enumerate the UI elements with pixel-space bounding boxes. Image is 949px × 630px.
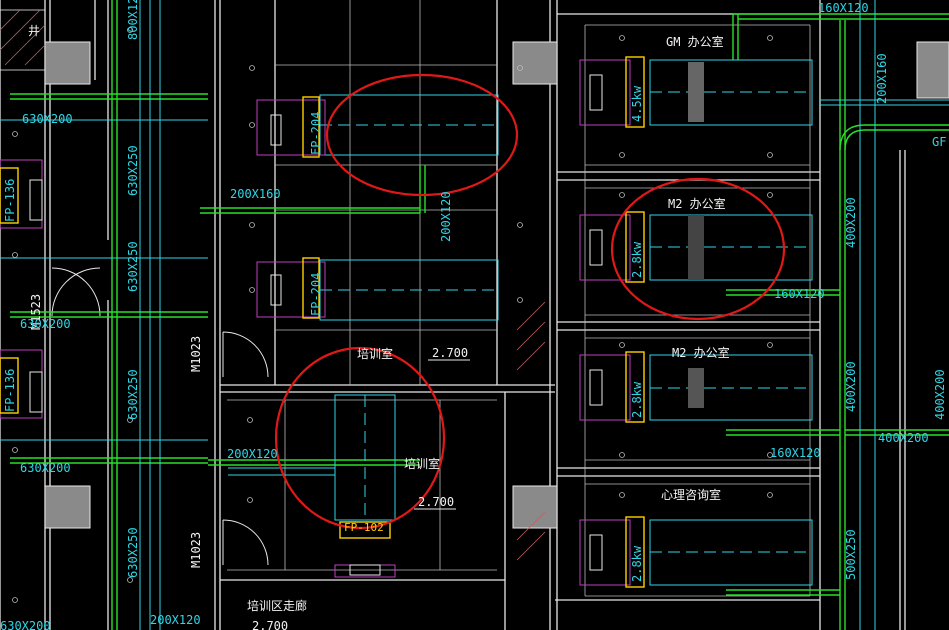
- room-label-m2-office: M2 办公室: [672, 345, 730, 360]
- diffuser: [270, 114, 282, 146]
- unit-capacity: 4.5kw: [630, 85, 644, 122]
- hvac-floor-plan: GM 办公室 M2 办公室 M2 办公室 心理咨询室 培训室 培训室 培训区走廊…: [0, 0, 949, 630]
- duct-size-label: 200X120: [227, 447, 278, 461]
- room-label-training: 培训室: [404, 456, 440, 471]
- duct-size-label: 200X120: [150, 613, 201, 627]
- duct-size-label: 800X120: [126, 0, 140, 40]
- duct-size-label: 500X250: [844, 529, 858, 580]
- elevation-mark: 2.700: [418, 495, 454, 509]
- column: [916, 41, 949, 99]
- duct-size-label: 200X160: [230, 187, 281, 201]
- room-label-counseling: 心理咨询室: [661, 487, 721, 502]
- duct-size-label: 630X200: [20, 461, 71, 475]
- unit-tag: FP-136: [3, 369, 17, 412]
- duct-size-label: 200X120: [439, 191, 453, 242]
- room-label-training-corridor: 培训区走廊: [247, 598, 307, 613]
- duct-size-label: 630X250: [126, 369, 140, 420]
- duct-size-label: 630X200: [20, 317, 71, 331]
- return-grille: [688, 62, 704, 122]
- return-grille: [688, 215, 704, 280]
- door-tag: M1023: [189, 532, 203, 568]
- partial-label: GF: [932, 135, 946, 149]
- highlight-circle: [325, 73, 519, 197]
- diffuser: [29, 371, 43, 413]
- room-label-shaft: 井: [28, 24, 40, 38]
- diffuser: [270, 274, 282, 306]
- diffuser: [29, 179, 43, 221]
- elevation-mark: 2.700: [432, 346, 468, 360]
- diffuser: [589, 229, 603, 266]
- duct-size-label: 630X200: [22, 112, 73, 126]
- shaft-hatch: [0, 9, 46, 71]
- column: [44, 41, 91, 85]
- room-label-m2-office: M2 办公室: [668, 196, 726, 211]
- unit-tag: FP-136: [3, 179, 17, 222]
- duct-size-label: 630X250: [126, 145, 140, 196]
- elevation-mark: 2.700: [252, 619, 288, 630]
- unit-tag: FP-204: [309, 273, 323, 316]
- return-grille: [688, 368, 704, 408]
- duct-size-label: 160X120: [818, 1, 869, 15]
- unit-capacity: 2.8kw: [630, 241, 644, 278]
- unit-tag: FP-102: [344, 521, 384, 534]
- unit-tag: FP-204: [309, 112, 323, 155]
- diffuser: [589, 74, 603, 111]
- unit-capacity: 2.8kw: [630, 381, 644, 418]
- duct-size-label: 400X200: [844, 197, 858, 248]
- duct-size-label: 160X120: [774, 287, 825, 301]
- diffuser: [589, 369, 603, 406]
- duct-size-label: 200X160: [875, 53, 889, 104]
- door-tag: M1023: [189, 336, 203, 372]
- duct-size-label: 160X120: [770, 446, 821, 460]
- duct-size-label: 400X200: [844, 361, 858, 412]
- duct-size-label: 630X200: [0, 619, 51, 630]
- room-label-gm-office: GM 办公室: [666, 34, 724, 49]
- duct-size-label: 630X250: [126, 241, 140, 292]
- duct-size-label: 400X200: [933, 369, 947, 420]
- unit-capacity: 2.8kw: [630, 545, 644, 582]
- duct-size-label: 400X200: [878, 431, 929, 445]
- room-label-training: 培训室: [357, 346, 393, 361]
- diffuser: [589, 534, 603, 571]
- column: [512, 41, 558, 85]
- duct-size-label: 630X250: [126, 527, 140, 578]
- column: [44, 485, 91, 529]
